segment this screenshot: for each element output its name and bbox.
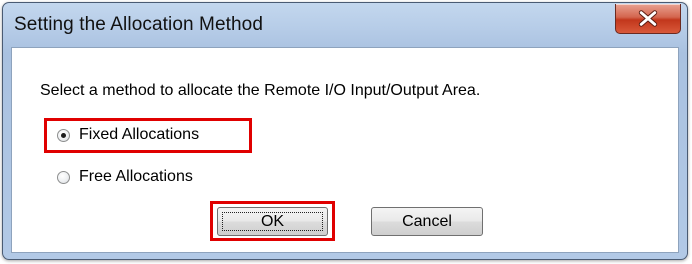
close-icon xyxy=(638,10,658,27)
dialog-title: Setting the Allocation Method xyxy=(14,14,264,35)
close-button[interactable] xyxy=(615,4,681,34)
instruction-text: Select a method to allocate the Remote I… xyxy=(40,82,481,99)
radio-button-icon[interactable] xyxy=(57,170,70,184)
dialog-body: Select a method to allocate the Remote I… xyxy=(11,47,679,253)
ok-button[interactable]: OK xyxy=(217,207,328,236)
title-bar[interactable]: Setting the Allocation Method xyxy=(3,3,687,47)
fixed-allocations-option[interactable]: Fixed Allocations xyxy=(57,123,199,147)
free-allocations-option[interactable]: Free Allocations xyxy=(57,165,193,189)
radio-selected-dot xyxy=(61,132,66,138)
cancel-button[interactable]: Cancel xyxy=(371,207,483,236)
allocation-method-dialog: Setting the Allocation Method Select a m… xyxy=(2,2,688,260)
radio-button-icon[interactable] xyxy=(57,128,70,142)
ok-button-label: OK xyxy=(260,212,285,230)
cancel-button-label: Cancel xyxy=(402,212,452,230)
free-allocations-label: Free Allocations xyxy=(79,168,193,185)
fixed-allocations-label: Fixed Allocations xyxy=(79,126,200,143)
